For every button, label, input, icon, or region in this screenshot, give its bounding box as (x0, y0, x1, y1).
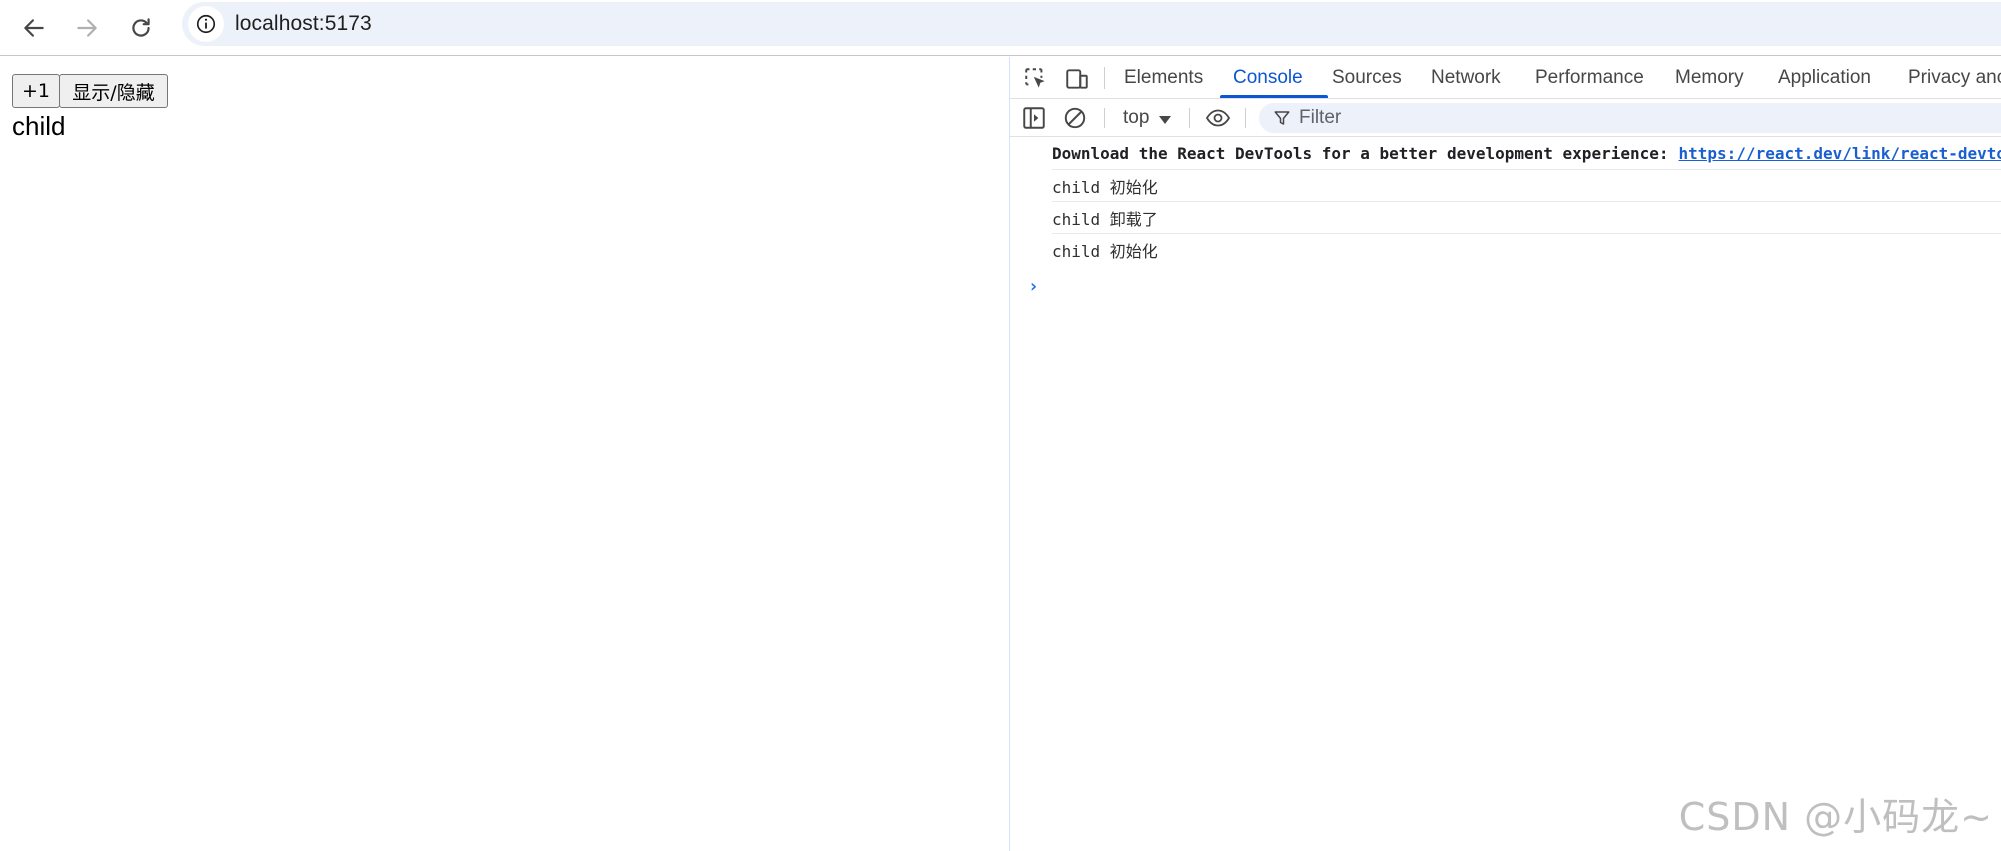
sidebar-toggle-button[interactable] (1021, 105, 1047, 131)
console-message-text: child 初始化 (1052, 177, 1158, 197)
child-text: child (12, 111, 66, 141)
context-value: top (1123, 107, 1150, 128)
watermark: CSDN @小码龙~ (1678, 795, 1993, 839)
clear-console-button[interactable] (1062, 105, 1088, 131)
devtools-tabbar: Elements Console Sources Network Perform… (1010, 57, 2001, 99)
active-tab-indicator (1220, 95, 1328, 98)
console-message: Download the React DevTools for a better… (1052, 138, 2001, 170)
console-message: child 卸载了 (1052, 202, 2001, 234)
filter-placeholder: Filter (1299, 107, 1342, 128)
page-viewport: +1 显示/隐藏 child (0, 57, 1009, 851)
forward-button[interactable] (67, 8, 107, 48)
console-message: child 初始化 (1052, 234, 2001, 266)
arrow-right-icon (77, 19, 97, 37)
toolbar-divider (1189, 108, 1190, 128)
live-expression-button[interactable] (1203, 105, 1233, 131)
filter-input[interactable]: Filter (1259, 103, 2001, 133)
console-toolbar: top Filter (1010, 99, 2001, 137)
console-message-text: Download the React DevTools for a better… (1052, 144, 1669, 163)
console-message-text: child 初始化 (1052, 242, 1158, 261)
address-bar[interactable]: localhost:5173 (182, 2, 2001, 46)
device-toolbar-button[interactable] (1063, 65, 1091, 93)
tab-elements[interactable]: Elements (1124, 57, 1203, 99)
reload-button[interactable] (121, 8, 161, 48)
console-message: child 初始化 (1052, 170, 2001, 202)
reload-icon (132, 18, 150, 37)
info-icon (196, 14, 216, 34)
toggle-visibility-button[interactable]: 显示/隐藏 (59, 74, 168, 108)
toolbar-divider (1104, 108, 1105, 128)
sidebar-toggle-icon (1023, 107, 1045, 129)
devtools-panel: Elements Console Sources Network Perform… (1009, 57, 2001, 851)
console-message-text: child 卸载了 (1052, 209, 1158, 229)
caret-down-icon (1159, 115, 1172, 124)
clear-icon (1064, 107, 1086, 129)
console-message-link[interactable]: https://react.dev/link/react-devtools (1679, 144, 2001, 163)
tab-sources[interactable]: Sources (1332, 57, 1402, 99)
tab-console[interactable]: Console (1233, 57, 1303, 99)
toolbar-divider (1245, 108, 1246, 128)
tab-memory[interactable]: Memory (1675, 57, 1744, 99)
tab-performance[interactable]: Performance (1535, 57, 1644, 99)
tab-application[interactable]: Application (1778, 57, 1871, 99)
toolbar-divider (1104, 67, 1105, 89)
back-button[interactable] (14, 8, 54, 48)
eye-icon (1205, 109, 1231, 127)
inspect-element-button[interactable] (1022, 65, 1050, 93)
inspect-element-icon (1025, 68, 1045, 88)
tab-network[interactable]: Network (1431, 57, 1501, 99)
site-info-button[interactable] (188, 6, 224, 42)
tab-privacy[interactable]: Privacy anc (1908, 57, 2001, 99)
console-prompt[interactable]: › (1028, 276, 1039, 297)
url-text[interactable]: localhost:5173 (235, 12, 372, 36)
filter-icon (1274, 111, 1290, 125)
browser-toolbar: localhost:5173 (0, 0, 2001, 56)
context-select[interactable]: top (1123, 99, 1172, 137)
device-toggle-icon (1066, 69, 1088, 89)
arrow-left-icon (24, 19, 44, 37)
increment-button[interactable]: +1 (12, 74, 60, 108)
console-log: Download the React DevTools for a better… (1010, 138, 2001, 266)
